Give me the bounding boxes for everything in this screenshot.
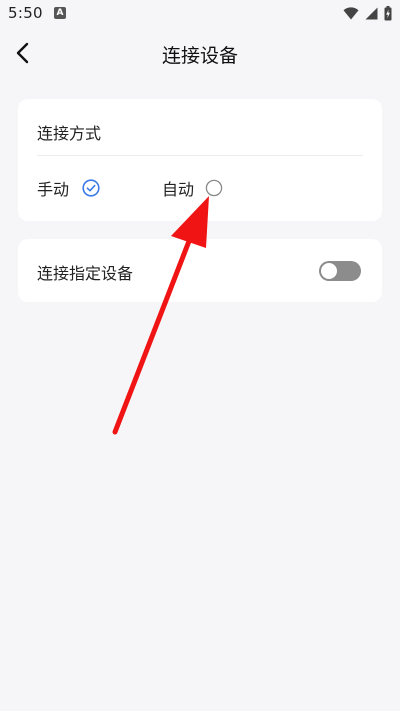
specific-device-toggle[interactable] (319, 261, 361, 281)
connection-mode-label: 连接方式 (37, 124, 102, 143)
specific-device-label: 连接指定设备 (37, 264, 134, 283)
status-time: 5:50 (8, 4, 43, 22)
page-title: 连接设备 (161, 45, 238, 67)
app-header: 连接设备 (0, 28, 400, 78)
chevron-left-icon (16, 42, 29, 64)
battery-charging-icon (384, 5, 392, 20)
auto-option[interactable]: 自动 (162, 177, 223, 199)
accessibility-a-icon: A (54, 7, 66, 19)
back-button[interactable] (8, 37, 40, 69)
status-icons (343, 5, 392, 21)
wifi-icon (343, 6, 359, 19)
connection-mode-card: 连接方式 手动 自动 (18, 99, 382, 221)
manual-option-label: 手动 (37, 180, 70, 199)
manual-option[interactable]: 手动 (37, 177, 100, 199)
status-bar: 5:50 A (0, 0, 400, 28)
check-circle-icon[interactable] (82, 179, 100, 197)
radio-unselected-icon[interactable] (205, 179, 223, 197)
signal-icon (365, 7, 378, 19)
auto-option-label: 自动 (162, 180, 195, 199)
divider (37, 155, 363, 156)
toggle-knob (321, 263, 337, 279)
specific-device-card: 连接指定设备 (18, 239, 382, 302)
